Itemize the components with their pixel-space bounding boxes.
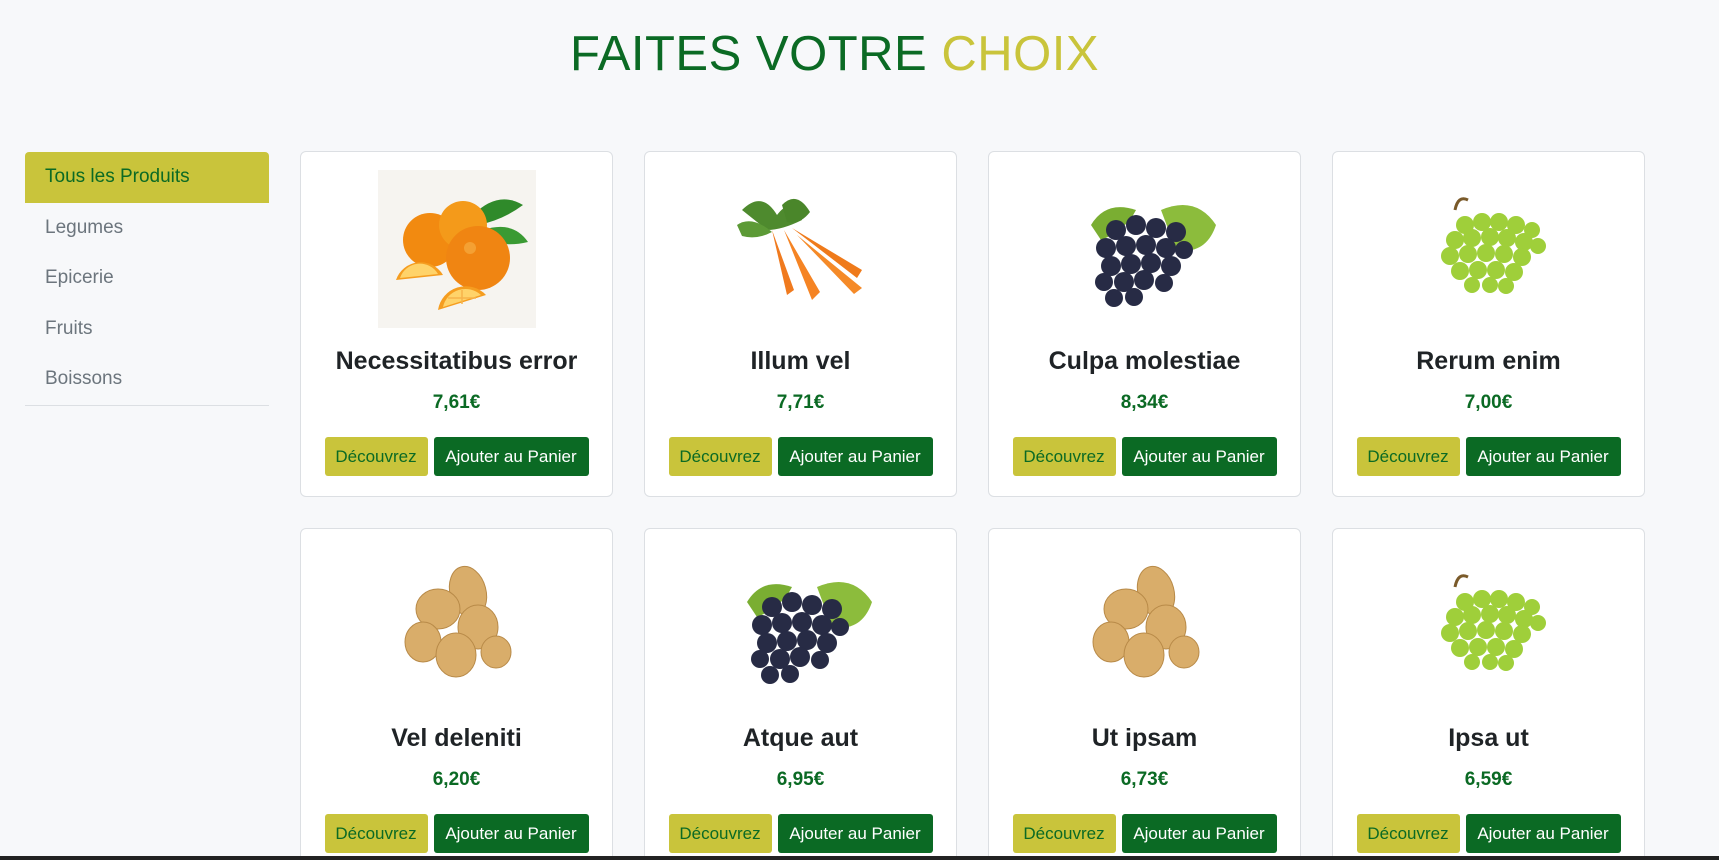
- page-title-part2: CHOIX: [941, 27, 1100, 81]
- product-name: Vel deleniti: [391, 724, 522, 752]
- potatoes-icon: [404, 565, 511, 678]
- product-price: 8,34€: [1120, 392, 1169, 413]
- product-grid: Necessitatibus error 7,61€ Découvrez Ajo…: [300, 151, 1646, 860]
- add-to-cart-button[interactable]: Ajouter au Panier: [433, 814, 589, 853]
- category-item-legumes[interactable]: Legumes: [25, 203, 269, 254]
- product-price: 7,71€: [776, 392, 825, 413]
- product-card: Ut ipsam 6,73€ Découvrez Ajouter au Pani…: [988, 528, 1301, 860]
- product-name: Ut ipsam: [1091, 724, 1198, 752]
- product-card: Ipsa ut 6,59€ Découvrez Ajouter au Panie…: [1332, 528, 1645, 860]
- product-image[interactable]: [1066, 547, 1224, 705]
- black-grapes-icon: [746, 582, 872, 684]
- product-card: Vel deleniti 6,20€ Découvrez Ajouter au …: [300, 528, 613, 860]
- discover-button[interactable]: Découvrez: [1012, 814, 1116, 853]
- product-price: 6,73€: [1120, 769, 1169, 790]
- product-price: 7,61€: [432, 392, 481, 413]
- product-price: 6,20€: [432, 769, 481, 790]
- discover-button[interactable]: Découvrez: [1012, 437, 1116, 476]
- add-to-cart-button[interactable]: Ajouter au Panier: [777, 814, 933, 853]
- category-item-fruits[interactable]: Fruits: [25, 304, 269, 355]
- category-sidebar: Tous les Produits Legumes Epicerie Fruit…: [25, 152, 269, 406]
- add-to-cart-button[interactable]: Ajouter au Panier: [777, 437, 933, 476]
- green-grapes-icon: [1440, 197, 1546, 294]
- category-item-epicerie[interactable]: Epicerie: [25, 253, 269, 304]
- product-image[interactable]: [378, 547, 536, 705]
- product-card: Atque aut 6,95€ Découvrez Ajouter au Pan…: [644, 528, 957, 860]
- product-card: Necessitatibus error 7,61€ Découvrez Ajo…: [300, 151, 613, 497]
- product-actions: Découvrez Ajouter au Panier: [645, 814, 956, 853]
- product-actions: Découvrez Ajouter au Panier: [989, 814, 1300, 853]
- product-actions: Découvrez Ajouter au Panier: [301, 437, 612, 476]
- product-name: Rerum enim: [1416, 347, 1561, 375]
- add-to-cart-button[interactable]: Ajouter au Panier: [1121, 437, 1277, 476]
- product-card: Illum vel 7,71€ Découvrez Ajouter au Pan…: [644, 151, 957, 497]
- product-image[interactable]: [1410, 547, 1568, 705]
- add-to-cart-button[interactable]: Ajouter au Panier: [433, 437, 589, 476]
- product-actions: Découvrez Ajouter au Panier: [645, 437, 956, 476]
- product-image[interactable]: [722, 170, 880, 328]
- product-card: Rerum enim 7,00€ Découvrez Ajouter au Pa…: [1332, 151, 1645, 497]
- window-bottom-edge: [0, 856, 1719, 860]
- product-price: 6,59€: [1464, 769, 1513, 790]
- product-image[interactable]: [722, 547, 880, 705]
- add-to-cart-button[interactable]: Ajouter au Panier: [1465, 814, 1621, 853]
- page-title-part1: FAITES VOTRE: [569, 27, 928, 81]
- discover-button[interactable]: Découvrez: [324, 437, 428, 476]
- product-image[interactable]: [1410, 170, 1568, 328]
- product-name: Culpa molestiae: [1048, 347, 1241, 375]
- green-grapes-icon: [1440, 574, 1546, 671]
- discover-button[interactable]: Découvrez: [324, 814, 428, 853]
- add-to-cart-button[interactable]: Ajouter au Panier: [1465, 437, 1621, 476]
- product-name: Ipsa ut: [1448, 724, 1529, 752]
- product-actions: Découvrez Ajouter au Panier: [989, 437, 1300, 476]
- add-to-cart-button[interactable]: Ajouter au Panier: [1121, 814, 1277, 853]
- page-title: FAITES VOTRE CHOIX: [0, 26, 1669, 82]
- product-name: Necessitatibus error: [335, 347, 578, 375]
- product-name: Atque aut: [742, 724, 859, 752]
- discover-button[interactable]: Découvrez: [668, 814, 772, 853]
- carrots-icon: [736, 198, 862, 300]
- category-item-all-products[interactable]: Tous les Produits: [25, 152, 269, 203]
- discover-button[interactable]: Découvrez: [668, 437, 772, 476]
- product-image[interactable]: [377, 170, 536, 328]
- product-price: 6,95€: [776, 769, 825, 790]
- product-card: Culpa molestiae 8,34€ Découvrez Ajouter …: [988, 151, 1301, 497]
- product-image[interactable]: [1066, 170, 1224, 328]
- category-item-boissons[interactable]: Boissons: [25, 354, 269, 405]
- discover-button[interactable]: Découvrez: [1356, 814, 1460, 853]
- product-actions: Découvrez Ajouter au Panier: [1333, 437, 1644, 476]
- product-price: 7,00€: [1464, 392, 1513, 413]
- product-actions: Découvrez Ajouter au Panier: [301, 814, 612, 853]
- discover-button[interactable]: Découvrez: [1356, 437, 1460, 476]
- potatoes-icon: [1092, 565, 1199, 678]
- oranges-icon: [377, 170, 536, 328]
- black-grapes-icon: [1090, 205, 1216, 307]
- product-actions: Découvrez Ajouter au Panier: [1333, 814, 1644, 853]
- product-name: Illum vel: [750, 347, 851, 375]
